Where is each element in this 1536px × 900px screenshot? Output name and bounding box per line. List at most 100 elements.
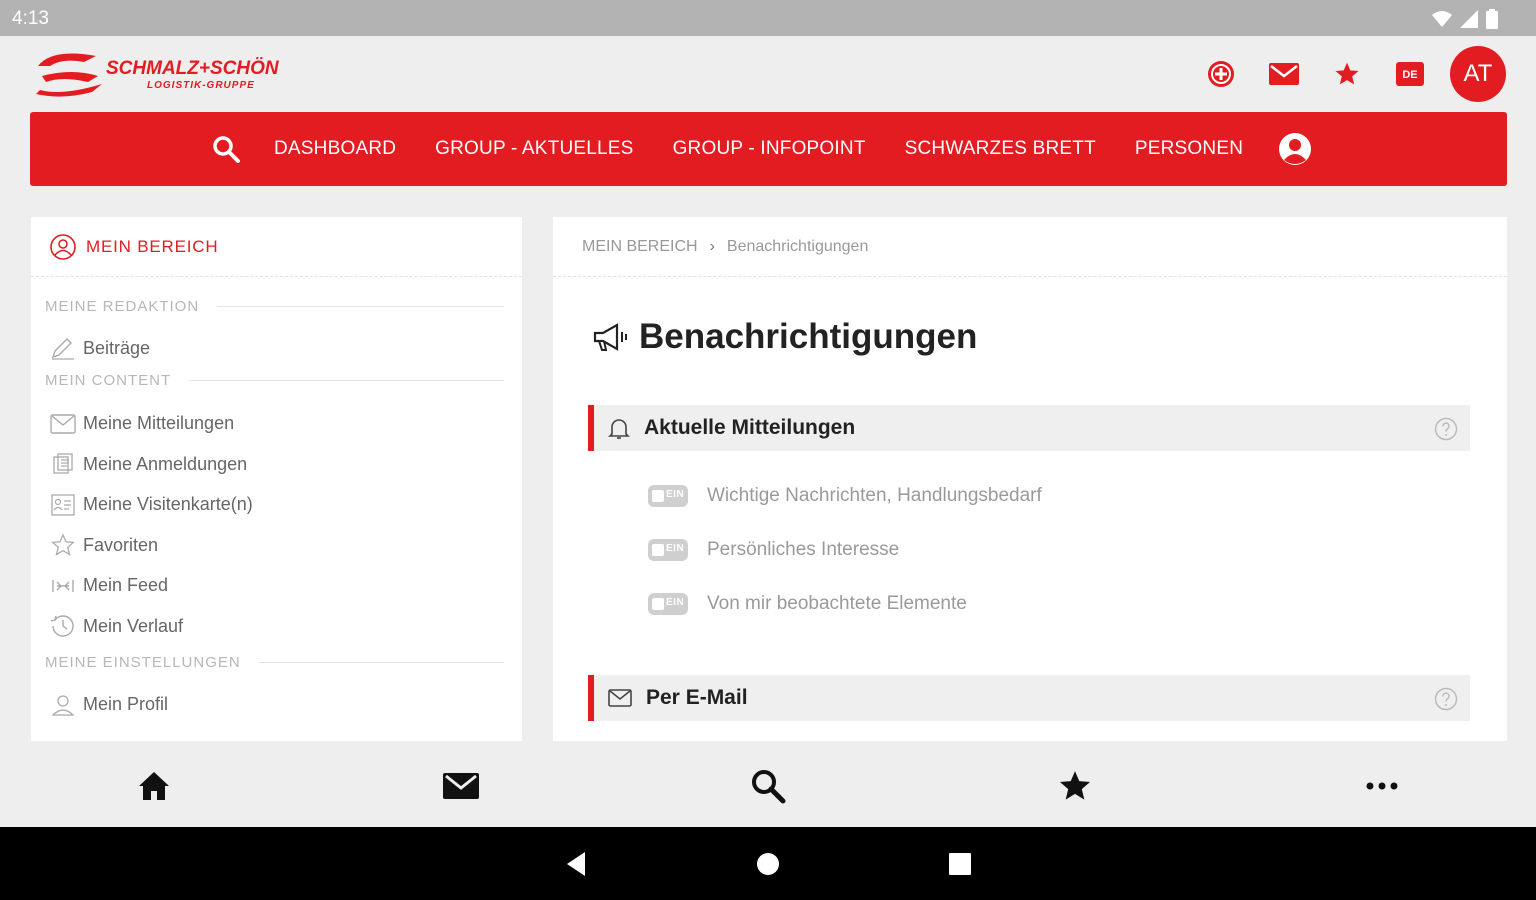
svg-text:DE: DE bbox=[1402, 69, 1417, 81]
sidebar-header[interactable]: MEIN BEREICH bbox=[31, 217, 522, 277]
page-title: Benachrichtigungen bbox=[593, 317, 977, 357]
option-row: EIN Von mir beobachtete Elemente bbox=[648, 593, 967, 615]
section-title: Per E-Mail bbox=[646, 686, 748, 709]
user-avatar[interactable]: AT bbox=[1450, 46, 1506, 102]
user-outline-icon bbox=[49, 691, 77, 719]
nav-item-schwarzes-brett[interactable]: SCHWARZES BRETT bbox=[905, 138, 1096, 160]
status-time: 4:13 bbox=[12, 8, 49, 29]
content-panel: MEIN BEREICH › Benachrichtigungen Benach… bbox=[553, 217, 1507, 741]
bottom-nav-search[interactable] bbox=[614, 745, 921, 827]
home-icon bbox=[138, 772, 169, 800]
sidebar-panel: MEIN BEREICH MEINE REDAKTION Beiträge ME… bbox=[31, 217, 522, 741]
company-logo[interactable]: SCHMALZ+SCHÖN LOGISTIK-GRUPPE bbox=[32, 46, 302, 98]
notification-toggle[interactable]: EIN bbox=[648, 539, 688, 561]
star-icon bbox=[1060, 771, 1091, 800]
bottom-navigation bbox=[0, 745, 1536, 827]
breadcrumb-root[interactable]: MEIN BEREICH bbox=[582, 238, 698, 256]
messages-button[interactable] bbox=[1264, 54, 1304, 94]
search-icon bbox=[213, 136, 240, 163]
sidebar-item-label: Beiträge bbox=[83, 337, 151, 358]
recents-icon[interactable] bbox=[949, 853, 971, 875]
sidebar-item-favoriten[interactable]: Favoriten bbox=[31, 525, 522, 566]
history-icon bbox=[49, 612, 77, 640]
section-label: MEINE REDAKTION bbox=[45, 297, 200, 315]
notification-toggle[interactable]: EIN bbox=[648, 593, 688, 615]
logo-text-sub: LOGISTIK-GRUPPE bbox=[147, 80, 255, 91]
nav-item-dashboard[interactable]: DASHBOARD bbox=[274, 138, 396, 160]
breadcrumb: MEIN BEREICH › Benachrichtigungen bbox=[553, 217, 1507, 277]
mail-icon bbox=[1269, 63, 1299, 85]
sidebar-item-label: Meine Mitteilungen bbox=[83, 413, 235, 434]
battery-icon bbox=[1486, 9, 1498, 29]
user-circle-icon bbox=[50, 233, 76, 260]
option-row: EIN Wichtige Nachrichten, Handlungsbedar… bbox=[648, 485, 1042, 507]
section-mein-content: MEIN CONTENT bbox=[31, 371, 522, 391]
plus-circle-icon bbox=[1208, 61, 1234, 87]
nav-search-button[interactable] bbox=[210, 133, 242, 165]
toggle-label: EIN bbox=[666, 489, 685, 500]
divider bbox=[189, 380, 504, 381]
toggle-label: EIN bbox=[666, 597, 685, 608]
help-icon[interactable] bbox=[1434, 687, 1458, 711]
star-outline-icon bbox=[49, 531, 77, 559]
envelope-icon bbox=[49, 410, 77, 438]
notification-toggle[interactable]: EIN bbox=[648, 485, 688, 507]
bell-icon bbox=[608, 419, 630, 439]
signal-icon bbox=[1460, 10, 1478, 28]
option-row: EIN Persönliches Interesse bbox=[648, 539, 899, 561]
star-icon bbox=[1335, 62, 1359, 85]
section-title: Aktuelle Mitteilungen bbox=[644, 416, 856, 439]
sidebar-item-label: Mein Verlauf bbox=[83, 615, 184, 636]
sidebar-item-beitraege[interactable]: Beiträge bbox=[31, 328, 522, 369]
sidebar-item-feed[interactable]: Mein Feed bbox=[31, 566, 522, 607]
sidebar-item-label: Favoriten bbox=[83, 534, 159, 555]
more-dots-icon bbox=[1366, 782, 1398, 790]
sidebar-item-visitenkarten[interactable]: Meine Visitenkarte(n) bbox=[31, 485, 522, 526]
add-button[interactable] bbox=[1201, 54, 1241, 94]
home-circle-icon[interactable] bbox=[756, 852, 780, 876]
nav-item-group-aktuelles[interactable]: GROUP - AKTUELLES bbox=[435, 138, 633, 160]
divider bbox=[258, 662, 504, 663]
sidebar-item-label: Meine Anmeldungen bbox=[83, 453, 248, 474]
bottom-nav-more[interactable] bbox=[1229, 745, 1536, 827]
main-navigation: DASHBOARD GROUP - AKTUELLES GROUP - INFO… bbox=[30, 112, 1507, 186]
help-icon[interactable] bbox=[1434, 417, 1458, 441]
user-account-icon[interactable] bbox=[1278, 132, 1312, 166]
nav-item-personen[interactable]: PERSONEN bbox=[1135, 138, 1243, 160]
status-bar: 4:13 bbox=[0, 0, 1536, 36]
option-label: Persönliches Interesse bbox=[707, 539, 900, 560]
system-navigation-bar bbox=[0, 827, 1536, 900]
favorites-button[interactable] bbox=[1327, 54, 1367, 94]
section-meine-einstellungen: MEINE EINSTELLUNGEN bbox=[31, 653, 522, 673]
section-label: MEINE EINSTELLUNGEN bbox=[45, 654, 241, 671]
wifi-icon bbox=[1432, 11, 1452, 27]
bottom-nav-home[interactable] bbox=[0, 745, 307, 827]
sidebar-item-label: Mein Profil bbox=[83, 694, 169, 715]
breadcrumb-chevron-icon: › bbox=[709, 237, 715, 255]
toggle-label: EIN bbox=[666, 543, 685, 554]
logo-text-main: SCHMALZ+SCHÖN bbox=[106, 58, 280, 79]
bottom-nav-favorites[interactable] bbox=[922, 745, 1229, 827]
language-button[interactable]: DE bbox=[1390, 54, 1430, 94]
sidebar-item-profil[interactable]: Mein Profil bbox=[31, 685, 522, 726]
nav-item-group-infopoint[interactable]: GROUP - INFOPOINT bbox=[673, 138, 866, 160]
sidebar-item-verlauf[interactable]: Mein Verlauf bbox=[31, 606, 522, 647]
pen-icon bbox=[49, 334, 77, 362]
sidebar-item-mitteilungen[interactable]: Meine Mitteilungen bbox=[31, 404, 522, 445]
bottom-nav-messages[interactable] bbox=[307, 745, 614, 827]
feed-icon bbox=[49, 572, 77, 600]
status-icons bbox=[1432, 9, 1498, 29]
business-card-icon bbox=[49, 491, 77, 519]
section-aktuelle-mitteilungen[interactable]: Aktuelle Mitteilungen bbox=[588, 405, 1470, 451]
sidebar-title: MEIN BEREICH bbox=[86, 236, 219, 256]
option-label: Von mir beobachtete Elemente bbox=[707, 593, 967, 614]
search-icon bbox=[752, 770, 786, 804]
back-icon[interactable] bbox=[565, 851, 587, 877]
mail-icon bbox=[442, 773, 479, 799]
section-per-email[interactable]: Per E-Mail bbox=[588, 675, 1470, 721]
divider bbox=[217, 305, 504, 307]
megaphone-icon bbox=[593, 323, 627, 351]
envelope-icon bbox=[608, 689, 632, 707]
section-label: MEIN CONTENT bbox=[45, 372, 172, 389]
sidebar-item-anmeldungen[interactable]: Meine Anmeldungen bbox=[31, 444, 522, 485]
